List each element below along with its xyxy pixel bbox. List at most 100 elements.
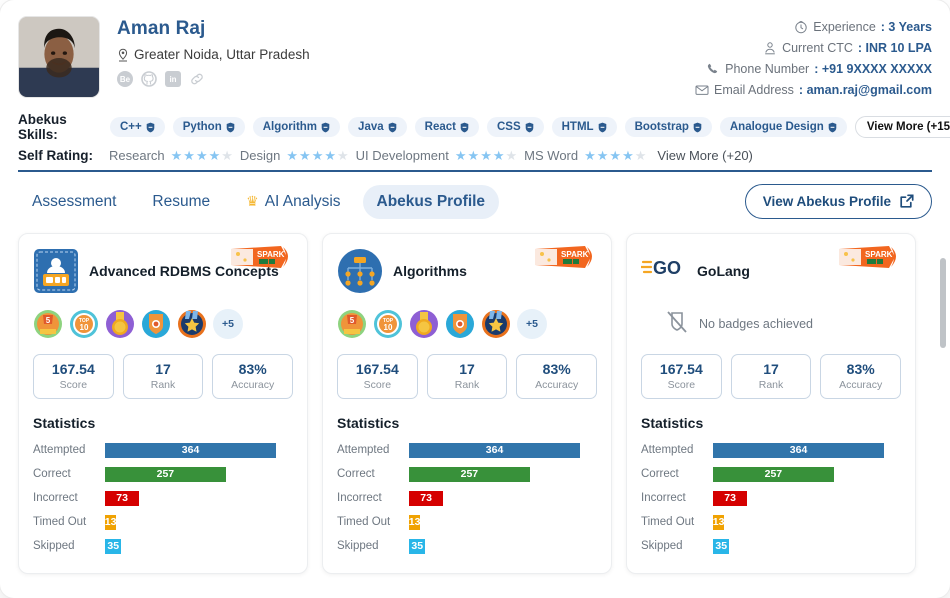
- star-medal-badge-icon[interactable]: [481, 309, 511, 339]
- stat-value: 17: [155, 361, 171, 377]
- stat-bar-track: 257: [105, 466, 293, 482]
- stat-bar-track: 257: [409, 466, 597, 482]
- phone-icon: [706, 62, 720, 76]
- svg-text:GO: GO: [653, 258, 681, 278]
- stat-bar-label: Attempted: [641, 444, 694, 457]
- website-link-icon[interactable]: [189, 71, 205, 87]
- social-links: Be in: [117, 71, 695, 87]
- star-rating[interactable]: ★ ★ ★ ★ ★: [286, 149, 348, 162]
- skill-tag-react[interactable]: React: [414, 117, 479, 137]
- stat-value: 83%: [542, 361, 571, 377]
- location-text: Greater Noida, Uttar Pradesh: [134, 47, 310, 62]
- tab-ai-analysis[interactable]: ♛ AI Analysis: [232, 185, 354, 219]
- svg-text:10: 10: [384, 323, 393, 332]
- badges-row: 5 TOP 10 +5: [33, 308, 293, 340]
- skill-tag-label: C++: [120, 121, 142, 133]
- badge-more-count[interactable]: +5: [517, 309, 547, 339]
- stat-bar: 13: [408, 514, 421, 530]
- star-rating[interactable]: ★ ★ ★ ★ ★: [171, 149, 233, 162]
- skill-tag-label: Python: [182, 121, 222, 133]
- statistics-title: Statistics: [641, 415, 704, 432]
- card-title: Algorithms: [393, 262, 467, 279]
- algorithms-network-icon: [337, 248, 383, 294]
- view-abekus-profile-button[interactable]: View Abekus Profile: [744, 184, 932, 219]
- rdbms-database-icon: [33, 248, 79, 294]
- top5-badge-icon[interactable]: 5: [33, 309, 63, 339]
- badge-more-count[interactable]: +5: [213, 309, 243, 339]
- stat-label: Accuracy: [535, 378, 579, 391]
- skill-tag-label: React: [424, 121, 456, 133]
- verified-shield-icon: [321, 122, 330, 133]
- avatar: [18, 16, 100, 98]
- stat-bar-row: Correct 257: [337, 463, 597, 485]
- skill-tag-python[interactable]: Python: [172, 117, 245, 137]
- stat-box-score: 167.54 Score: [641, 354, 722, 400]
- tab-assessment[interactable]: Assessment: [18, 185, 130, 219]
- top5-badge-icon[interactable]: 5: [337, 309, 367, 339]
- contact-value[interactable]: : aman.raj@gmail.com: [799, 83, 932, 97]
- rating-item-ui-development: UI Development ★ ★ ★ ★ ★: [356, 148, 518, 163]
- star-icon: ★: [596, 148, 609, 163]
- star-icon: ★: [286, 148, 299, 163]
- star-icon: ★: [311, 148, 324, 163]
- stat-value: 167.54: [51, 361, 95, 377]
- tab-abekus-profile[interactable]: Abekus Profile: [362, 184, 500, 219]
- star-medal-badge-icon[interactable]: [177, 309, 207, 339]
- star-rating[interactable]: ★ ★ ★ ★ ★: [584, 149, 646, 162]
- stat-boxes: 167.54 Score 17 Rank 83% Accuracy: [641, 354, 902, 400]
- skill-card-golang[interactable]: SPARK GO GoLang No badges achieved 167.5…: [626, 233, 916, 575]
- contact-experience: Experience : 3 Years: [695, 20, 932, 34]
- vertical-scrollbar[interactable]: [940, 244, 946, 574]
- contact-label: Experience: [813, 20, 876, 34]
- stat-bar-row: Timed Out 13: [33, 511, 293, 533]
- self-rating-view-more-button[interactable]: View More (+20): [657, 148, 753, 163]
- skill-tag-analogue-design[interactable]: Analogue Design: [719, 117, 847, 137]
- stat-bar-row: Incorrect 73: [641, 487, 901, 509]
- tab-label: Assessment: [32, 192, 117, 210]
- top10-badge-icon[interactable]: TOP 10: [373, 309, 403, 339]
- stat-bar-row: Correct 257: [641, 463, 901, 485]
- linkedin-icon[interactable]: in: [165, 71, 181, 87]
- skill-tag-bootstrap[interactable]: Bootstrap: [624, 117, 712, 137]
- stat-label: Score: [59, 378, 88, 391]
- gold-medal-badge-icon[interactable]: [409, 309, 439, 339]
- skill-card-advanced-rdbms-concepts[interactable]: SPARK Advanced RDBMS Concepts 5 TOP 10 +…: [18, 233, 308, 575]
- skill-tag-java[interactable]: Java: [348, 117, 407, 137]
- scrollbar-thumb[interactable]: [940, 258, 946, 348]
- stat-bar: 257: [409, 466, 530, 482]
- statistics-bars: Attempted 364 Correct 257 Incorrect 73 Timed O…: [33, 439, 293, 557]
- abekus-profile-window: Aman Raj Greater Noida, Uttar Pradesh Be…: [0, 0, 950, 598]
- star-icon: ★: [480, 148, 492, 163]
- star-rating[interactable]: ★ ★ ★ ★ ★: [455, 149, 517, 162]
- stat-bar-label: Attempted: [337, 444, 390, 457]
- stat-bar-label: Incorrect: [33, 492, 78, 505]
- contact-value: : 3 Years: [880, 20, 932, 34]
- rating-item-design: Design ★ ★ ★ ★ ★: [240, 148, 349, 163]
- gold-medal-badge-icon[interactable]: [105, 309, 135, 339]
- stat-bar-track: 73: [409, 490, 597, 506]
- stat-value: 17: [763, 361, 779, 377]
- top10-badge-icon[interactable]: TOP 10: [69, 309, 99, 339]
- external-link-icon: [899, 194, 914, 209]
- star-icon: ★: [337, 148, 349, 163]
- skill-tag-css[interactable]: CSS: [486, 117, 544, 137]
- skill-tag-algorithm[interactable]: Algorithm: [252, 117, 341, 137]
- star-icon: ★: [170, 148, 183, 163]
- skills-view-more-button[interactable]: View More (+15): [854, 116, 950, 138]
- skill-tag-cpp[interactable]: C++: [110, 117, 165, 137]
- stat-bar: 73: [105, 490, 140, 506]
- tab-resume[interactable]: Resume: [138, 185, 224, 219]
- stat-bar-label: Skipped: [641, 540, 683, 553]
- stat-bar: 13: [712, 514, 725, 530]
- skill-tag-label: Java: [358, 121, 384, 133]
- github-icon[interactable]: [141, 71, 157, 87]
- stat-bar-label: Incorrect: [641, 492, 686, 505]
- star-icon: ★: [609, 148, 622, 163]
- skill-card-algorithms[interactable]: SPARK Algorithms 5 TOP 10 +5 167.54 Scor…: [322, 233, 612, 575]
- behance-icon[interactable]: Be: [117, 71, 133, 87]
- shield-badge-icon[interactable]: [141, 309, 171, 339]
- skill-tag-html[interactable]: HTML: [551, 117, 617, 137]
- rating-name: UI Development: [355, 148, 449, 163]
- shield-badge-icon[interactable]: [445, 309, 475, 339]
- star-icon: ★: [634, 148, 647, 163]
